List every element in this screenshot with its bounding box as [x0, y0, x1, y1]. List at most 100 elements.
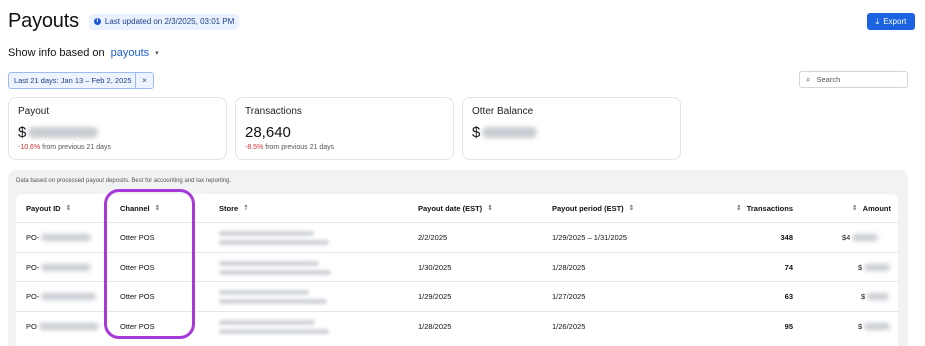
page-header: Payouts i Last updated on 2/3/2025, 03:0…	[8, 10, 240, 33]
payout-card-title: Payout	[18, 106, 50, 117]
info-icon: i	[93, 18, 101, 25]
date-filter-chip[interactable]: Last 21 days: Jan 13 – Feb 2, 2025 ×	[8, 72, 154, 89]
amount-cell: $	[861, 282, 890, 311]
redacted-value	[867, 293, 890, 300]
transactions-card-change: -8.5% from previous 21 days	[245, 144, 444, 151]
payout-card-value: $	[18, 123, 217, 141]
otter-balance-card-value: $	[472, 123, 671, 141]
payout-card: Payout $ -10.6% from previous 21 days	[8, 97, 227, 160]
channel-cell: Otter POS	[120, 233, 155, 242]
payouts-table: Payout ID ⇕ Channel ⇕ Store ↑ Payout dat…	[16, 194, 898, 346]
column-header-transactions[interactable]: ⇕ Transactions	[706, 194, 793, 222]
balance-currency: $	[472, 123, 481, 141]
payout-currency: $	[18, 123, 27, 141]
column-label: Payout period (EST)	[552, 203, 624, 213]
redacted-value	[28, 126, 99, 138]
redacted-value	[41, 234, 92, 241]
info-basis-dropdown[interactable]: payouts ▾	[111, 47, 159, 59]
payout-date-cell: 2/2/2025	[418, 233, 448, 242]
column-label: Store	[219, 203, 239, 213]
store-cell	[219, 223, 339, 252]
search-field[interactable]: ⌕	[799, 71, 908, 88]
column-header-payout-id[interactable]: Payout ID ⇕	[26, 194, 71, 222]
column-header-payout-period[interactable]: Payout period (EST) ⇕	[552, 194, 635, 222]
sort-ascending-icon: ↑	[243, 204, 250, 212]
chevron-down-icon: ▾	[155, 50, 159, 57]
column-label: Channel	[120, 203, 150, 213]
sort-icon: ⇕	[851, 204, 858, 212]
sort-icon: ⇕	[65, 204, 72, 212]
payout-id-cell: PO-	[26, 253, 92, 282]
transactions-card-value: 28,640	[245, 123, 291, 141]
info-basis-value: payouts	[110, 47, 150, 59]
table-row[interactable]: PO Otter POS 1/28/2025 1/26/2025 95 $	[16, 310, 898, 341]
channel-cell: Otter POS	[120, 321, 155, 331]
channel-cell: Otter POS	[120, 262, 155, 272]
transactions-change-percent: -8.5%	[245, 144, 264, 151]
payout-period-cell: 1/27/2025	[552, 292, 586, 301]
payout-period-cell: 1/28/2025	[552, 262, 586, 272]
search-icon: ⌕	[806, 74, 811, 84]
redacted-value	[41, 293, 97, 300]
store-cell	[219, 282, 339, 311]
payout-id-cell: PO	[26, 312, 99, 341]
column-label: Transactions	[746, 203, 793, 213]
sort-icon: ⇕	[487, 204, 494, 212]
redacted-value	[864, 263, 891, 271]
redacted-value	[864, 322, 891, 330]
otter-balance-card-title: Otter Balance	[472, 106, 534, 117]
payout-date-cell: 1/29/2025	[418, 292, 452, 301]
redacted-value	[41, 263, 92, 271]
redacted-value	[219, 328, 329, 334]
amount-cell: $4	[842, 223, 879, 252]
page-title: Payouts	[8, 10, 79, 32]
date-filter-label: Last 21 days: Jan 13 – Feb 2, 2025	[14, 76, 132, 85]
payout-change-suffix: from previous 21 days	[42, 144, 112, 151]
transactions-card: Transactions 28,640 -8.5% from previous …	[235, 97, 454, 160]
redacted-value	[219, 290, 309, 295]
column-header-store[interactable]: Store ↑	[219, 194, 249, 222]
redacted-value	[219, 240, 329, 245]
payout-change-percent: -10.6%	[18, 144, 41, 151]
column-header-payout-date[interactable]: Payout date (EST) ⇕	[418, 194, 493, 222]
column-label: Payout ID	[26, 203, 61, 213]
payout-period-cell: 1/26/2025	[552, 321, 586, 331]
store-cell	[219, 253, 339, 282]
channel-cell: Otter POS	[120, 292, 155, 301]
redacted-value	[219, 231, 314, 236]
table-row[interactable]: PO- Otter POS 2/2/2025 1/29/2025 – 1/31/…	[16, 222, 898, 252]
info-basis-label: Show info based on	[8, 47, 105, 59]
transactions-cell: 348	[780, 233, 793, 242]
redacted-value	[219, 269, 331, 275]
last-updated-badge: i Last updated on 2/3/2025, 03:01 PM	[88, 13, 240, 30]
transactions-cell: 63	[784, 292, 793, 301]
sort-icon: ⇕	[735, 204, 742, 212]
table-row[interactable]: PO- Otter POS 1/29/2025 1/27/2025 63 $	[16, 281, 898, 311]
export-label: Export	[883, 17, 907, 26]
redacted-value	[219, 260, 319, 266]
transactions-change-suffix: from previous 21 days	[265, 144, 335, 151]
redacted-value	[852, 234, 879, 241]
payout-date-cell: 1/28/2025	[418, 321, 452, 331]
transactions-cell: 74	[784, 262, 793, 272]
redacted-value	[219, 319, 315, 325]
store-cell	[219, 312, 339, 341]
payout-id-cell: PO-	[26, 223, 92, 252]
last-updated-text: Last updated on 2/3/2025, 03:01 PM	[104, 17, 235, 26]
payout-card-change: -10.6% from previous 21 days	[18, 144, 217, 151]
close-icon[interactable]: ×	[136, 76, 153, 85]
redacted-value	[38, 322, 99, 330]
column-header-channel[interactable]: Channel ⇕	[120, 194, 160, 222]
otter-balance-card: Otter Balance $	[462, 97, 681, 160]
column-label: Amount	[862, 203, 891, 213]
sort-icon: ⇕	[154, 204, 161, 212]
redacted-value	[219, 299, 327, 304]
sort-icon: ⇕	[628, 204, 635, 212]
column-label: Payout date (EST)	[418, 203, 483, 213]
info-basis-row: Show info based on payouts ▾	[8, 47, 159, 59]
table-row[interactable]: PO- Otter POS 1/30/2025 1/28/2025 74 $	[16, 251, 898, 282]
search-input[interactable]	[816, 75, 897, 84]
column-header-amount[interactable]: ⇕ Amount	[816, 194, 891, 222]
payout-id-cell: PO-	[26, 282, 97, 311]
export-button[interactable]: ⤓ Export	[867, 13, 915, 30]
